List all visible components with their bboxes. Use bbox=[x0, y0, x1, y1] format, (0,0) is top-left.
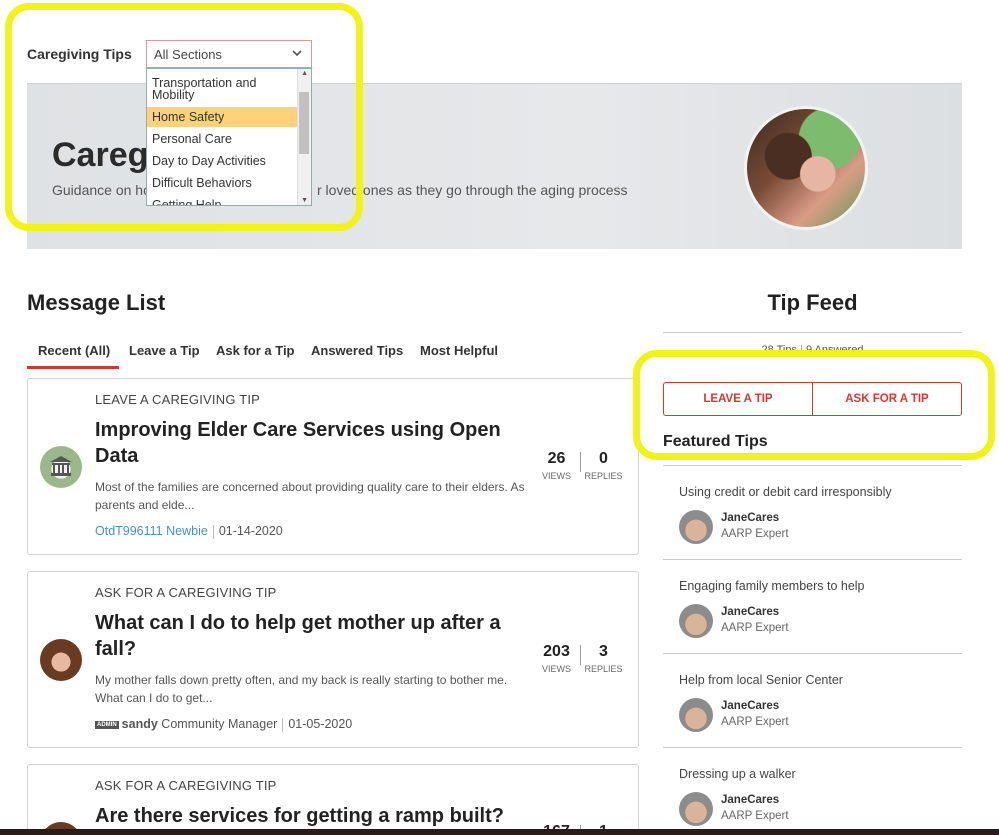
tab-most-helpful[interactable]: Most Helpful bbox=[420, 343, 498, 358]
counts-divider bbox=[800, 344, 802, 356]
replies-count: 3 bbox=[599, 643, 608, 660]
featured-tip[interactable]: Help from local Senior Center JaneCares … bbox=[663, 653, 962, 747]
dropdown-option-difficult-behaviors[interactable]: Difficult Behaviors bbox=[147, 177, 297, 190]
avatar[interactable] bbox=[679, 604, 713, 638]
banner-hands-photo bbox=[744, 106, 868, 230]
featured-tip-question[interactable]: Engaging family members to help bbox=[679, 579, 865, 593]
ask-for-a-tip-button[interactable]: ASK FOR A TIP bbox=[813, 383, 961, 415]
replies-label: REPLIES bbox=[584, 664, 623, 674]
answered-count: 9 Answered bbox=[805, 344, 864, 356]
message-title[interactable]: What can I do to help get mother up afte… bbox=[95, 610, 525, 662]
avatar[interactable] bbox=[679, 792, 713, 826]
expert-name[interactable]: JaneCares bbox=[721, 700, 779, 712]
dropdown-option-personal-care[interactable]: Personal Care bbox=[147, 133, 297, 146]
views-stat: 26 VIEWS bbox=[534, 450, 579, 481]
message-list-title: Message List bbox=[27, 290, 166, 315]
meta-divider bbox=[282, 717, 284, 732]
featured-tip[interactable]: Engaging family members to help JaneCare… bbox=[663, 559, 962, 653]
avatar[interactable] bbox=[679, 510, 713, 544]
dropdown-option-home-safety[interactable]: Home Safety bbox=[147, 107, 297, 127]
avatar[interactable] bbox=[40, 639, 82, 681]
dropdown-scrollbar[interactable]: ▲ ▼ bbox=[297, 69, 311, 205]
scroll-down-arrow-icon[interactable]: ▼ bbox=[301, 197, 308, 204]
dropdown-option-getting-help[interactable]: Getting Help bbox=[147, 199, 297, 205]
caregiving-tips-label: Caregiving Tips bbox=[27, 46, 132, 62]
featured-tip-question[interactable]: Using credit or debit card irresponsibly bbox=[679, 485, 892, 499]
banner-subtitle-left: Guidance on ho bbox=[52, 182, 151, 198]
expert-role: AARP Expert bbox=[721, 528, 789, 540]
author-link[interactable]: OtdT996111 bbox=[95, 524, 163, 538]
tab-ask-for-a-tip[interactable]: Ask for a Tip bbox=[216, 343, 295, 358]
expert-role: AARP Expert bbox=[721, 622, 789, 634]
avatar[interactable] bbox=[679, 698, 713, 732]
tab-leave-a-tip[interactable]: Leave a Tip bbox=[129, 343, 200, 358]
bottom-edge-bar bbox=[0, 829, 999, 835]
dropdown-scroll-thumb[interactable] bbox=[299, 92, 309, 154]
admin-badge: ADMIN bbox=[95, 720, 119, 729]
featured-tip-question[interactable]: Help from local Senior Center bbox=[679, 673, 843, 687]
views-label: VIEWS bbox=[541, 664, 571, 674]
expert-name[interactable]: JaneCares bbox=[721, 606, 779, 618]
message-meta: ADMIN sandy Community Manager 01-05-2020 bbox=[95, 717, 352, 732]
chevron-down-icon bbox=[292, 50, 302, 57]
banner-subtitle-right: r loved ones as they go through the agin… bbox=[317, 182, 628, 198]
tip-feed-counts: 28 Tips 9 Answered bbox=[663, 344, 962, 356]
author-rank: Community Manager bbox=[161, 717, 278, 731]
tip-feed-title: Tip Feed bbox=[767, 290, 858, 315]
replies-label: REPLIES bbox=[584, 471, 623, 481]
message-card[interactable]: ASK FOR A CAREGIVING TIP Are there servi… bbox=[27, 764, 639, 835]
message-card[interactable]: ASK FOR A CAREGIVING TIP What can I do t… bbox=[27, 571, 639, 748]
divider bbox=[663, 332, 962, 333]
expert-role: AARP Expert bbox=[721, 810, 789, 822]
dropdown-option-day-to-day[interactable]: Day to Day Activities bbox=[147, 155, 297, 168]
views-label: VIEWS bbox=[541, 471, 571, 481]
tab-answered-tips[interactable]: Answered Tips bbox=[311, 343, 403, 358]
featured-tip-question[interactable]: Dressing up a walker bbox=[679, 767, 796, 781]
tab-recent-all[interactable]: Recent (All) bbox=[38, 343, 110, 358]
message-list-tabs: Recent (All) Leave a Tip Ask for a Tip A… bbox=[27, 340, 639, 370]
avatar[interactable] bbox=[40, 446, 82, 488]
tip-action-buttons: LEAVE A TIP ASK FOR A TIP bbox=[663, 382, 962, 416]
featured-tip[interactable]: Dressing up a walker JaneCares AARP Expe… bbox=[663, 747, 962, 829]
author-link[interactable]: sandy bbox=[122, 717, 158, 731]
message-card[interactable]: LEAVE A CAREGIVING TIP Improving Elder C… bbox=[27, 378, 639, 555]
replies-stat: 3 REPLIES bbox=[581, 643, 626, 674]
expert-role: AARP Expert bbox=[721, 716, 789, 728]
scroll-up-arrow-icon[interactable]: ▲ bbox=[301, 70, 308, 77]
message-date: 01-14-2020 bbox=[218, 524, 283, 538]
section-select-value: All Sections bbox=[154, 47, 222, 62]
featured-tips-title: Featured Tips bbox=[663, 433, 768, 450]
building-icon bbox=[50, 456, 72, 476]
views-count: 26 bbox=[547, 450, 566, 467]
banner-title: Caregi bbox=[52, 136, 158, 174]
message-kind: LEAVE A CAREGIVING TIP bbox=[95, 392, 261, 407]
section-select[interactable]: All Sections bbox=[146, 40, 312, 68]
leave-a-tip-button[interactable]: LEAVE A TIP bbox=[664, 383, 812, 415]
views-count: 203 bbox=[543, 643, 570, 660]
replies-stat: 0 REPLIES bbox=[581, 450, 626, 481]
message-date: 01-05-2020 bbox=[288, 717, 353, 731]
expert-name[interactable]: JaneCares bbox=[721, 794, 779, 806]
message-stats: 203 VIEWS 3 REPLIES bbox=[534, 643, 626, 683]
featured-tip[interactable]: Using credit or debit card irresponsibly… bbox=[663, 465, 962, 559]
expert-name[interactable]: JaneCares bbox=[721, 512, 779, 524]
dropdown-option-transportation[interactable]: Transportation and Mobility bbox=[147, 77, 297, 102]
message-title[interactable]: Improving Elder Care Services using Open… bbox=[95, 417, 525, 469]
message-meta: OtdT996111 Newbie 01-14-2020 bbox=[95, 524, 283, 539]
message-kind: ASK FOR A CAREGIVING TIP bbox=[95, 778, 277, 793]
message-title[interactable]: Are there services for getting a ramp bu… bbox=[95, 803, 525, 829]
replies-count: 0 bbox=[599, 450, 608, 467]
message-stats: 26 VIEWS 0 REPLIES bbox=[534, 450, 626, 490]
views-stat: 203 VIEWS bbox=[534, 643, 579, 674]
message-excerpt: Most of the families are concerned about… bbox=[95, 480, 525, 512]
author-rank: Newbie bbox=[166, 524, 208, 538]
message-excerpt: My mother falls down pretty often, and m… bbox=[95, 673, 508, 705]
meta-divider bbox=[212, 524, 214, 539]
active-tab-indicator bbox=[27, 366, 119, 369]
message-kind: ASK FOR A CAREGIVING TIP bbox=[95, 585, 277, 600]
section-dropdown-list[interactable]: Transportation and Mobility Home Safety … bbox=[146, 68, 312, 206]
tips-count: 28 Tips bbox=[761, 344, 797, 356]
